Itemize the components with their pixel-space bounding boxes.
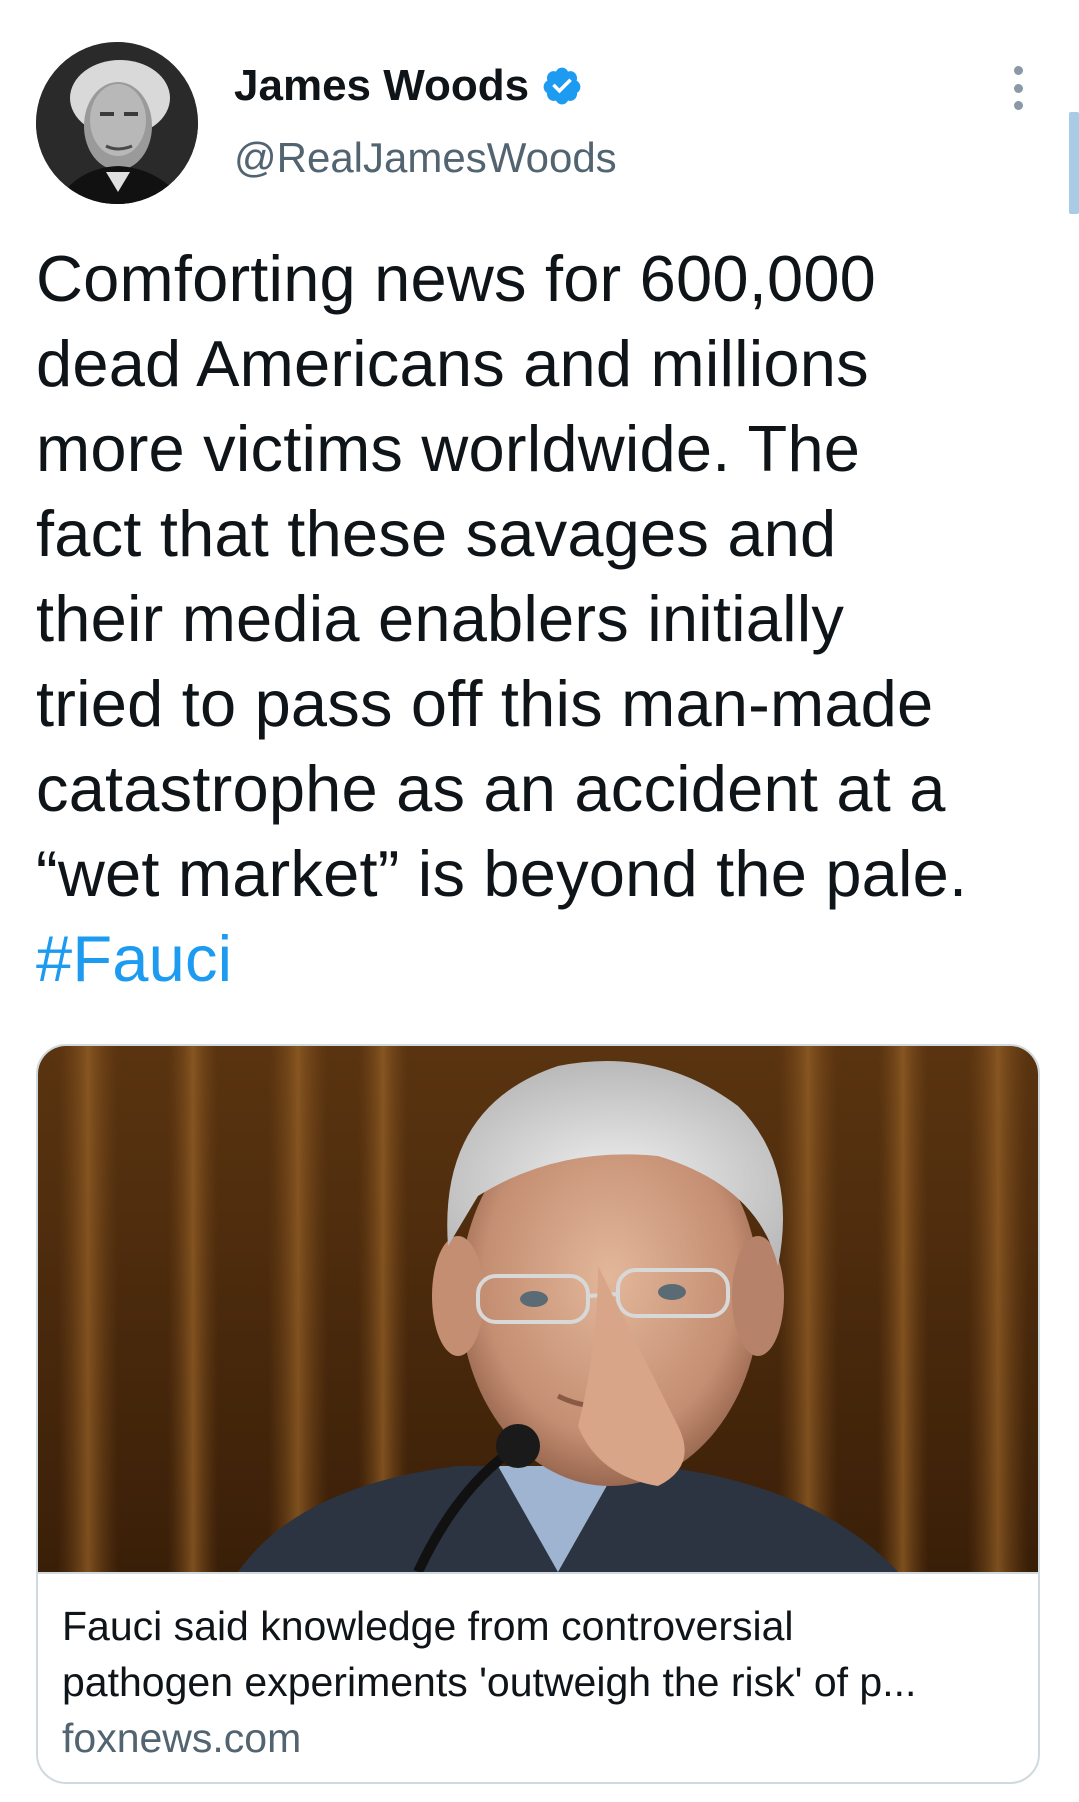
link-card-title: Fauci said knowledge from controversial … — [62, 1598, 1022, 1710]
handle[interactable]: @RealJamesWoods — [234, 132, 617, 184]
display-name-text: James Woods — [234, 61, 530, 110]
article-photo-icon — [38, 1046, 1038, 1572]
more-dot — [1013, 83, 1023, 93]
tweet-text-line: Comforting news for 600,000 — [36, 242, 877, 315]
more-options-icon[interactable] — [1004, 66, 1032, 110]
tweet-text-line: fact that these savages and — [36, 497, 837, 570]
tweet-text-line: “wet market” is beyond the pale. — [36, 837, 968, 910]
tweet-text-line: their media enablers initially — [36, 582, 845, 655]
avatar[interactable] — [36, 42, 198, 204]
scrollbar[interactable] — [1069, 112, 1079, 214]
hashtag-link[interactable]: #Fauci — [36, 916, 1056, 1001]
tweet-text: Comforting news for 600,000 dead America… — [36, 236, 1056, 1001]
tweet-text-line: tried to pass off this man-made — [36, 667, 934, 740]
tweet-text-line: more victims worldwide. The — [36, 412, 861, 485]
link-card-title-line: pathogen experiments 'outweigh the risk'… — [62, 1659, 917, 1705]
link-card[interactable]: Fauci said knowledge from controversial … — [36, 1044, 1040, 1784]
display-name[interactable]: James Woods — [234, 58, 583, 114]
more-dot — [1013, 101, 1023, 110]
link-card-title-line: Fauci said knowledge from controversial — [62, 1603, 794, 1649]
link-card-domain: foxnews.com — [62, 1715, 302, 1761]
link-card-text: Fauci said knowledge from controversial … — [62, 1598, 1022, 1766]
tweet: James Woods @RealJamesWoods Comforting n… — [0, 0, 1079, 1802]
tweet-text-line: dead Americans and millions — [36, 327, 869, 400]
link-card-image — [38, 1046, 1038, 1572]
card-divider — [38, 1572, 1038, 1574]
verified-badge-icon — [543, 67, 581, 105]
tweet-text-line: catastrophe as an accident at a — [36, 752, 946, 825]
more-dot — [1013, 66, 1023, 75]
profile-photo-icon — [36, 42, 198, 204]
